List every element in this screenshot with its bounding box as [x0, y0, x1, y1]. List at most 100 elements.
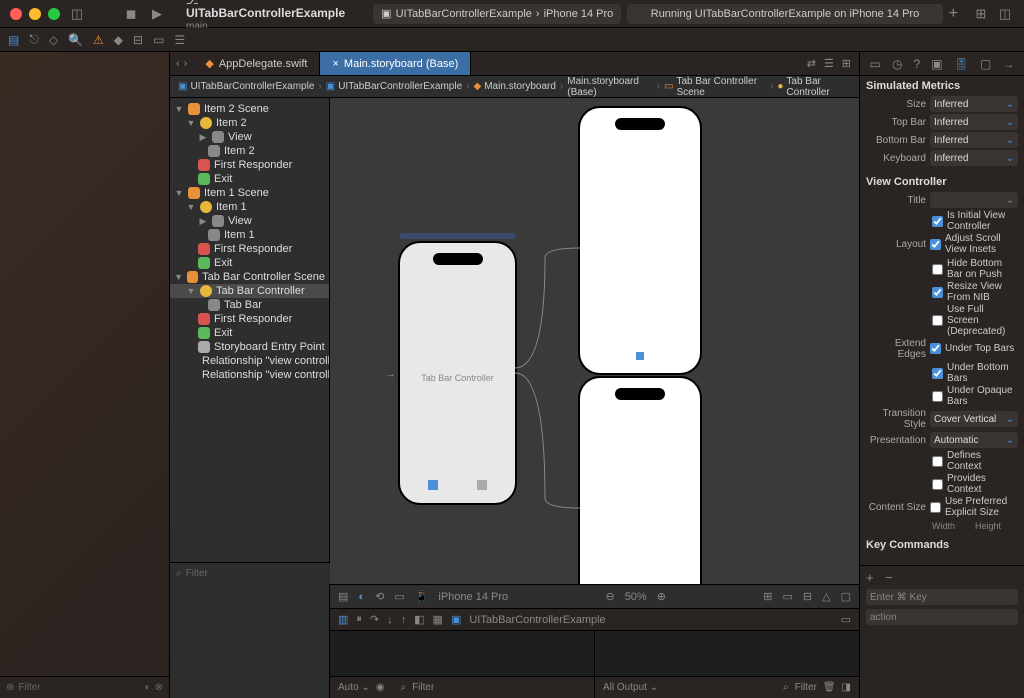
- item-row[interactable]: Item 2: [170, 144, 329, 158]
- stop-button[interactable]: ◼: [122, 5, 140, 23]
- editor-options-icon[interactable]: ⇄: [807, 57, 816, 70]
- exit-row[interactable]: Exit: [170, 256, 329, 270]
- scheme-selector[interactable]: ▣ UITabBarControllerExample › iPhone 14 …: [373, 4, 621, 24]
- scm-filter-icon[interactable]: ⊗: [155, 682, 163, 693]
- explicit-size-checkbox[interactable]: [930, 502, 941, 513]
- zoom-level[interactable]: 50%: [625, 591, 647, 603]
- adjust-insets-checkbox[interactable]: [930, 239, 941, 250]
- item1-scene[interactable]: [580, 108, 700, 373]
- constraints-icon[interactable]: ⊞: [763, 590, 772, 603]
- step-into-icon[interactable]: ↓: [387, 614, 393, 626]
- under-top-checkbox[interactable]: [930, 343, 941, 354]
- debug-toggle-icon[interactable]: ▥: [338, 613, 348, 626]
- close-tab-icon[interactable]: ×: [332, 58, 338, 70]
- storyboard-canvas[interactable]: Tab Bar Controller →: [330, 98, 859, 584]
- adjust-editor-icon[interactable]: ☰: [824, 57, 834, 70]
- fullscreen-checkbox[interactable]: [932, 315, 943, 326]
- run-button[interactable]: ▶: [148, 5, 166, 23]
- resize-nib-checkbox[interactable]: [932, 287, 943, 298]
- exit-row[interactable]: Exit: [170, 172, 329, 186]
- key-field[interactable]: Enter ⌘ Key: [866, 589, 1018, 605]
- jump-scene[interactable]: Tab Bar Controller Scene: [676, 76, 766, 98]
- jump-file[interactable]: Main.storyboard: [484, 81, 556, 92]
- add-tab-button[interactable]: +: [949, 5, 958, 23]
- title-field[interactable]: [930, 192, 1018, 208]
- outline-filter-field[interactable]: Filter: [186, 568, 208, 579]
- view-row[interactable]: ▶View: [170, 130, 329, 144]
- device-label[interactable]: iPhone 14 Pro: [438, 591, 508, 603]
- history-inspector-icon[interactable]: ◷: [892, 57, 902, 71]
- defines-context-checkbox[interactable]: [932, 456, 943, 467]
- jump-folder[interactable]: UITabBarControllerExample: [338, 81, 462, 92]
- zoom-in-icon[interactable]: ⊕: [657, 590, 666, 603]
- transition-select[interactable]: Cover Vertical: [930, 411, 1018, 427]
- tabbar-controller-row[interactable]: ▼Tab Bar Controller: [170, 284, 329, 298]
- outline-toggle-icon[interactable]: ▤: [338, 590, 348, 603]
- tabbar-row[interactable]: Tab Bar: [170, 298, 329, 312]
- item2-scene[interactable]: [580, 378, 700, 584]
- hide-bottom-checkbox[interactable]: [932, 264, 943, 275]
- zoom-out-icon[interactable]: ⊖: [605, 590, 614, 603]
- scene-row[interactable]: ▼Tab Bar Controller Scene: [170, 270, 329, 284]
- trash-icon[interactable]: 🗑: [823, 682, 836, 693]
- console-toggle-icon[interactable]: ▭: [841, 613, 851, 626]
- provides-context-checkbox[interactable]: [932, 479, 943, 490]
- device-config-icon[interactable]: ▭: [394, 590, 404, 603]
- breakpoint-nav-icon[interactable]: ▭: [153, 33, 164, 47]
- help-inspector-icon[interactable]: ?: [914, 57, 921, 71]
- variables-filter[interactable]: Filter: [412, 682, 434, 693]
- library-button[interactable]: ⊞: [972, 5, 990, 23]
- filter-placeholder[interactable]: Filter: [18, 682, 40, 693]
- jump-bar[interactable]: ▣UITabBarControllerExample › ▣UITabBarCo…: [170, 76, 859, 98]
- align-icon[interactable]: ▭: [783, 590, 793, 603]
- add-remove-buttons[interactable]: + −: [866, 570, 897, 585]
- under-opaque-checkbox[interactable]: [932, 391, 943, 402]
- debug-view-icon[interactable]: ◧: [414, 613, 424, 626]
- attributes-inspector-icon[interactable]: 🎚: [954, 57, 969, 71]
- under-bottom-checkbox[interactable]: [932, 368, 943, 379]
- source-control-nav-icon[interactable]: ⎋: [29, 32, 39, 47]
- console-filter[interactable]: Filter: [795, 682, 817, 693]
- tab-appdelegate[interactable]: ◆ AppDelegate.swift: [193, 52, 320, 75]
- relationship-row[interactable]: Relationship "view controllers...: [170, 368, 329, 382]
- embed-icon[interactable]: ▢: [841, 590, 851, 603]
- variables-scope[interactable]: Auto ⌄: [338, 682, 370, 693]
- item-row[interactable]: Item 1: [170, 228, 329, 242]
- close-window[interactable]: [10, 8, 22, 20]
- first-responder-row[interactable]: First Responder: [170, 158, 329, 172]
- exit-row[interactable]: Exit: [170, 326, 329, 340]
- forward-button[interactable]: ›: [184, 58, 188, 70]
- step-over-icon[interactable]: ↷: [370, 613, 379, 626]
- jump-project[interactable]: UITabBarControllerExample: [190, 81, 314, 92]
- pin-icon[interactable]: ⊟: [803, 590, 812, 603]
- split-icon[interactable]: ◨: [842, 682, 851, 693]
- appearance-icon[interactable]: ◐: [358, 591, 365, 603]
- initial-vc-checkbox[interactable]: [932, 216, 943, 227]
- find-nav-icon[interactable]: 🔍: [68, 33, 83, 47]
- inspector-toggle-icon[interactable]: ◫: [996, 5, 1014, 23]
- project-nav-icon[interactable]: ▤: [8, 33, 19, 47]
- minimize-window[interactable]: [29, 8, 41, 20]
- debug-nav-icon[interactable]: ⊟: [133, 33, 143, 47]
- connections-inspector-icon[interactable]: →: [1002, 57, 1014, 71]
- tabbar-controller-scene[interactable]: Tab Bar Controller: [400, 243, 515, 503]
- test-nav-icon[interactable]: ◆: [114, 33, 123, 47]
- resolve-icon[interactable]: △: [822, 590, 830, 603]
- tab-storyboard[interactable]: × Main.storyboard (Base): [320, 52, 471, 75]
- bottombar-select[interactable]: Inferred: [930, 132, 1018, 148]
- report-nav-icon[interactable]: ☰: [174, 33, 185, 47]
- topbar-select[interactable]: Inferred: [930, 114, 1018, 130]
- first-responder-row[interactable]: First Responder: [170, 242, 329, 256]
- console-output-selector[interactable]: All Output ⌄: [603, 682, 658, 693]
- eye-icon[interactable]: ◉: [376, 682, 385, 693]
- vc-row[interactable]: ▼Item 2: [170, 116, 329, 130]
- variables-view[interactable]: [330, 631, 595, 676]
- project-title[interactable]: ⎇ UITabBarControllerExample main: [186, 0, 345, 32]
- sidebar-toggle-icon[interactable]: ◫: [68, 5, 86, 23]
- file-inspector-icon[interactable]: ▭: [870, 57, 881, 71]
- jump-vc[interactable]: Tab Bar Controller: [786, 76, 851, 98]
- debug-target[interactable]: UITabBarControllerExample: [469, 614, 605, 626]
- entry-point-row[interactable]: Storyboard Entry Point: [170, 340, 329, 354]
- orientation-icon[interactable]: ⟲: [375, 590, 384, 603]
- identity-inspector-icon[interactable]: ▣: [931, 57, 942, 71]
